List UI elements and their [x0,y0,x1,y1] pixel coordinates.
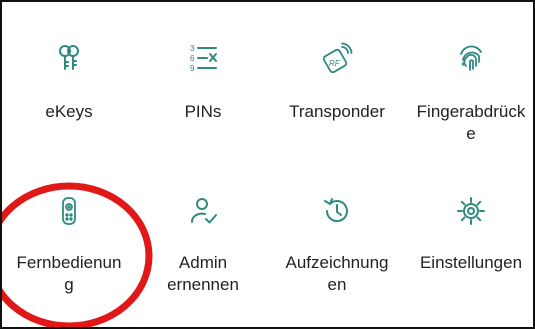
fingerprint-icon [455,42,487,74]
tile-transponder[interactable]: RF Transponder [270,2,404,167]
ekey-icon [53,42,85,74]
tile-label: eKeys [45,102,93,121]
tile-settings[interactable]: Einstellungen [404,167,533,327]
svg-text:RF: RF [329,59,341,68]
tile-label: Transponder [289,102,385,121]
tile-records[interactable]: Aufzeichnung en [270,167,404,327]
history-clock-icon [321,195,353,227]
svg-text:9: 9 [190,64,195,73]
tile-admin[interactable]: Admin ernennen [136,167,270,327]
tile-remote-control[interactable]: Fernbedienun g [2,167,136,327]
tile-fingerprints[interactable]: Fingerabdrück e [404,2,533,167]
gear-icon [455,195,487,227]
tile-pins[interactable]: 3 6 9 PINs [136,2,270,167]
tile-label: Einstellungen [419,253,523,272]
svg-text:3: 3 [190,44,195,53]
rf-card-icon: RF [321,42,353,74]
tile-label: Aufzeichnung en [285,253,389,294]
tile-label: Admin ernennen [167,253,239,294]
tile-ekeys[interactable]: eKeys [2,2,136,167]
tile-label: PINs [184,102,222,121]
remote-control-icon [53,195,85,227]
pin-list-icon: 3 6 9 [187,42,219,74]
admin-user-icon [187,195,219,227]
menu-grid: eKeys 3 6 9 PINs RF Transponder Fingerab… [0,0,535,329]
tile-label: Fingerabdrück e [416,102,526,143]
tile-label: Fernbedienun g [16,253,122,294]
svg-text:6: 6 [190,54,195,63]
